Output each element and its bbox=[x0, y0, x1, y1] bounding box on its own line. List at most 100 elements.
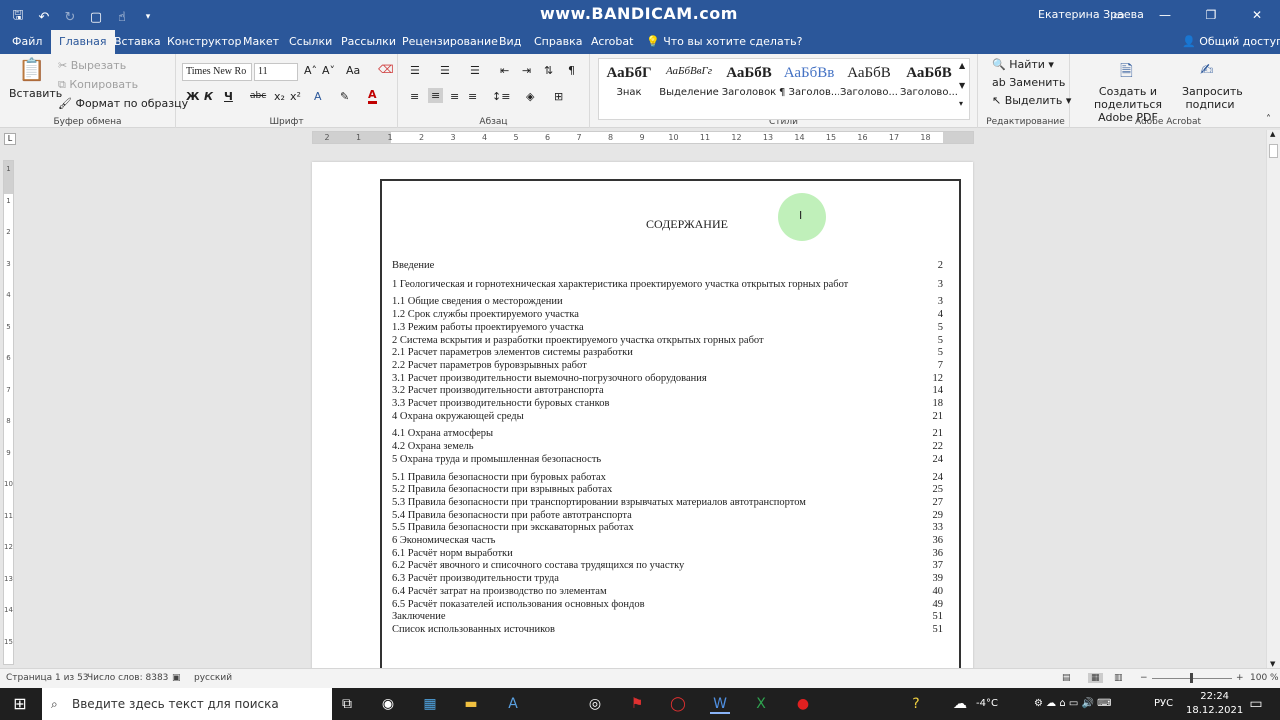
input-language[interactable]: РУС bbox=[1154, 688, 1173, 720]
select-button[interactable]: ↖ Выделить ▾ bbox=[992, 94, 1071, 107]
tab-review[interactable]: Рецензирование bbox=[402, 30, 498, 54]
style-item-heading-1[interactable]: АаБбВв ¶ Заголов... bbox=[779, 59, 839, 105]
proofing-icon[interactable]: ▣ bbox=[172, 673, 181, 683]
tab-home[interactable]: Главная bbox=[51, 30, 115, 54]
tell-me-box[interactable]: 💡 Что вы хотите сделать? bbox=[646, 30, 802, 54]
style-item-heading-3[interactable]: АаБбВ Заголово... bbox=[899, 59, 959, 105]
toc-title[interactable]: СОДЕРЖАНИЕ bbox=[382, 217, 992, 232]
toc-entry[interactable]: 6 Экономическая часть 36 bbox=[392, 534, 943, 547]
toc-entry[interactable]: 2.1 Расчет параметров элементов системы … bbox=[392, 346, 943, 359]
increase-indent-icon[interactable]: ⇥ bbox=[522, 64, 531, 77]
tab-design[interactable]: Конструктор bbox=[167, 30, 241, 54]
underline-button[interactable]: Ч bbox=[224, 90, 233, 103]
document-page[interactable]: СОДЕРЖАНИЕ Введение 2 1 Геологическая и го… bbox=[312, 162, 973, 668]
word-taskbar-icon[interactable]: W bbox=[710, 694, 730, 714]
multilevel-list-icon[interactable]: ☰ bbox=[470, 64, 480, 77]
task-view-icon[interactable]: ⧉ bbox=[337, 694, 357, 714]
zoom-in-icon[interactable]: + bbox=[1236, 673, 1244, 683]
superscript-button[interactable]: x² bbox=[290, 90, 301, 103]
bandicam-icon[interactable]: ● bbox=[793, 694, 813, 714]
sort-icon[interactable]: ⇅ bbox=[544, 64, 553, 77]
tab-help[interactable]: Справка bbox=[534, 30, 582, 54]
tab-references[interactable]: Ссылки bbox=[289, 30, 332, 54]
toc-entry[interactable]: 5 Охрана труда и промышленная безопаснос… bbox=[392, 453, 943, 466]
clock[interactable]: 22:24 18.12.2021 bbox=[1186, 690, 1243, 718]
replace-button[interactable]: ab Заменить bbox=[992, 76, 1065, 89]
web-layout-icon[interactable]: ▥ bbox=[1114, 673, 1123, 683]
subscript-button[interactable]: x₂ bbox=[274, 90, 285, 103]
tab-insert[interactable]: Вставка bbox=[114, 30, 161, 54]
zoom-level[interactable]: 100 % bbox=[1250, 673, 1279, 683]
toc-entry[interactable]: 5.5 Правила безопасности при экскаваторн… bbox=[392, 521, 943, 534]
horizontal-ruler[interactable]: 2 1 1 2 3 4 5 6 7 8 9 10 11 12 13 14 15 16 17 18 bbox=[312, 131, 974, 144]
shrink-font-icon[interactable]: A˅ bbox=[322, 64, 335, 77]
word-count[interactable]: Число слов: 8383 bbox=[87, 673, 168, 683]
toc-entry[interactable]: 3.1 Расчет производительности выемочно-п… bbox=[392, 372, 943, 385]
request-signatures-button[interactable]: Запросить подписи bbox=[1182, 85, 1243, 111]
toc-entry[interactable]: Введение 2 bbox=[392, 259, 943, 272]
scroll-down-icon[interactable]: ▼ bbox=[1270, 660, 1275, 668]
shading-icon[interactable]: ◈ bbox=[526, 90, 534, 103]
toc-entry[interactable]: 6.3 Расчёт производительности труда 39 bbox=[392, 572, 943, 585]
show-marks-icon[interactable]: ¶ bbox=[568, 64, 575, 77]
restore-icon[interactable]: ❐ bbox=[1188, 0, 1234, 30]
align-center-icon[interactable]: ≡ bbox=[428, 88, 444, 103]
text-editor-icon[interactable]: A bbox=[503, 694, 523, 714]
font-color-icon[interactable]: A bbox=[368, 88, 377, 104]
style-item-znak[interactable]: АаБбГ Знак bbox=[599, 59, 659, 105]
tray-icons[interactable]: ⚙ ☁ ⌂ ▭ 🔊 ⌨ bbox=[1034, 688, 1112, 720]
undo-icon[interactable]: ↶ bbox=[34, 10, 54, 25]
tab-layout[interactable]: Макет bbox=[243, 30, 279, 54]
weather-temp[interactable]: -4°C bbox=[976, 688, 998, 720]
toc-entry[interactable]: Список использованных источников 51 bbox=[392, 623, 943, 636]
styles-more-icon[interactable]: ▾ bbox=[959, 99, 963, 108]
scroll-thumb[interactable] bbox=[1269, 144, 1278, 158]
paste-icon[interactable]: 📋 bbox=[18, 58, 45, 83]
toc-entry[interactable]: 6.4 Расчёт затрат на производство по эле… bbox=[392, 585, 943, 598]
toc-entry[interactable]: 5.1 Правила безопасности при буровых раб… bbox=[392, 471, 943, 484]
justify-icon[interactable]: ≡ bbox=[468, 90, 477, 103]
page-count[interactable]: Страница 1 из 53 bbox=[6, 673, 89, 683]
edge-browser-icon[interactable]: ◉ bbox=[378, 694, 398, 714]
cut-button[interactable]: ✂ Вырезать bbox=[58, 59, 126, 72]
toc-entry[interactable]: 6.1 Расчёт норм выработки 36 bbox=[392, 547, 943, 560]
tab-acrobat[interactable]: Acrobat bbox=[591, 30, 633, 54]
bold-button[interactable]: Ж bbox=[186, 90, 199, 103]
minimize-icon[interactable]: — bbox=[1142, 0, 1188, 30]
vertical-scrollbar[interactable]: ▲ ▼ bbox=[1266, 130, 1280, 668]
align-right-icon[interactable]: ≡ bbox=[450, 90, 459, 103]
change-case-button[interactable]: Aa bbox=[346, 64, 360, 77]
collapse-ribbon-icon[interactable]: ˄ bbox=[1266, 114, 1271, 125]
clear-format-icon[interactable]: ⌫ bbox=[378, 63, 394, 76]
toc-entry[interactable]: 5.2 Правила безопасности при взрывных ра… bbox=[392, 483, 943, 496]
style-item-emphasis[interactable]: АаБбВвГг Выделение bbox=[659, 59, 719, 105]
style-item-heading[interactable]: АаБбВ Заголовок bbox=[719, 59, 779, 105]
customize-qat-icon[interactable]: ▾ bbox=[138, 12, 158, 22]
highlight-icon[interactable]: ✎ bbox=[340, 90, 349, 103]
touch-mode-icon[interactable]: ☝ bbox=[112, 10, 132, 25]
opera-icon[interactable]: ◯ bbox=[668, 694, 688, 714]
toc-entry[interactable]: 1.2 Срок службы проектируемого участка 4 bbox=[392, 308, 943, 321]
borders-icon[interactable]: ⊞ bbox=[554, 90, 563, 103]
toc-entry[interactable]: 4.2 Охрана земель 22 bbox=[392, 440, 943, 453]
toc-entry[interactable]: 3.3 Расчет производительности буровых ст… bbox=[392, 397, 943, 410]
redo-icon[interactable]: ↻ bbox=[60, 10, 80, 25]
copy-button[interactable]: ⧉ Копировать bbox=[58, 78, 138, 92]
acrobat-icon[interactable]: ⚑ bbox=[627, 694, 647, 714]
vertical-ruler[interactable]: 1 1 2 3 4 5 6 7 8 9 10 11 12 13 14 15 bbox=[3, 160, 14, 665]
weather-icon[interactable]: ☁ bbox=[950, 694, 970, 714]
toc-entry[interactable]: 2 Система вскрытия и разработки проектир… bbox=[392, 334, 943, 347]
toc-entry[interactable]: 3.2 Расчет производительности автотрансп… bbox=[392, 384, 943, 397]
file-explorer-icon[interactable]: ▬ bbox=[461, 694, 481, 714]
zoom-slider-thumb[interactable] bbox=[1190, 673, 1193, 683]
language-status[interactable]: русский bbox=[194, 673, 232, 683]
toc-entry[interactable]: Заключение 51 bbox=[392, 610, 943, 623]
calculator-icon[interactable]: ▦ bbox=[420, 694, 440, 714]
toc-entry[interactable]: 1.1 Общие сведения о месторождении 3 bbox=[392, 295, 943, 308]
toc-entry[interactable]: 6.2 Расчёт явочного и списочного состава… bbox=[392, 559, 943, 572]
paste-button[interactable]: Вставить bbox=[9, 87, 62, 100]
tab-mailings[interactable]: Рассылки bbox=[341, 30, 396, 54]
excel-taskbar-icon[interactable]: X bbox=[751, 694, 771, 714]
font-name-box[interactable]: Times New Ro bbox=[182, 63, 252, 81]
save-icon[interactable]: 🖫 bbox=[8, 6, 28, 28]
